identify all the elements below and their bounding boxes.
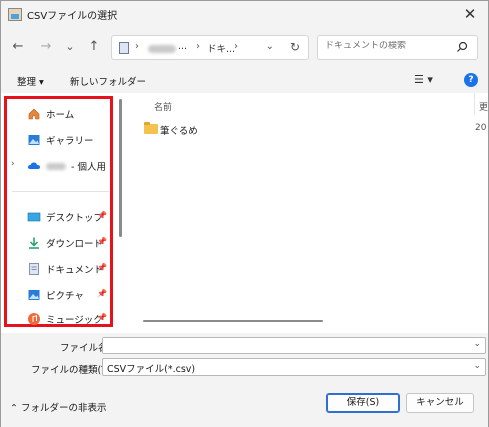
- sidebar-item-music[interactable]: ミュージック 📌: [7, 307, 110, 331]
- onedrive-icon: [28, 162, 40, 169]
- music-icon: [28, 313, 40, 325]
- forward-button[interactable]: →: [37, 38, 55, 56]
- pin-icon: 📌: [97, 313, 107, 322]
- sidebar-item-label: デスクトップ: [46, 213, 104, 224]
- refresh-button[interactable]: ↻: [290, 40, 300, 54]
- path-segment-redacted[interactable]: [148, 45, 176, 53]
- column-header-name[interactable]: 名前: [154, 100, 172, 113]
- pin-icon: 📌: [97, 289, 107, 298]
- path-separator: ›: [135, 41, 139, 52]
- file-name: 筆ぐるめ: [160, 126, 198, 137]
- column-header-modified[interactable]: 更: [479, 100, 488, 113]
- search-box[interactable]: [317, 35, 478, 60]
- file-dialog: CSVファイルの選択 ✕ ← → ⌄ ↑ › ... › ドキ... › ⌄ ↻…: [0, 0, 489, 427]
- sidebar-item-label: ダウンロード: [46, 239, 104, 250]
- view-options-button[interactable]: ☰ ▾: [414, 73, 433, 86]
- window-title: CSVファイルの選択: [27, 11, 118, 22]
- organize-button[interactable]: 整理 ▾: [17, 74, 44, 88]
- path-segment-documents[interactable]: ドキ...: [207, 41, 235, 55]
- search-input[interactable]: [325, 41, 445, 51]
- sidebar-item-pictures[interactable]: ピクチャ 📌: [7, 283, 110, 307]
- new-folder-button[interactable]: 新しいフォルダー: [70, 74, 146, 88]
- sidebar-scrollbar[interactable]: [119, 99, 122, 237]
- path-separator: ›: [234, 41, 238, 52]
- sidebar-item-desktop[interactable]: デスクトップ 📌: [7, 205, 110, 229]
- search-icon[interactable]: [456, 41, 468, 53]
- folder-icon: [144, 122, 158, 134]
- hide-folders-button[interactable]: ⌃ フォルダーの非表示: [10, 400, 106, 414]
- desktop-icon: [27, 212, 41, 222]
- filename-field[interactable]: [103, 338, 463, 353]
- pictures-icon: [28, 290, 40, 300]
- sidebar-item-home[interactable]: ホーム: [7, 102, 110, 126]
- cancel-button[interactable]: キャンセル: [406, 393, 474, 413]
- sidebar-item-label: ドキュメント: [46, 265, 104, 276]
- document-icon: [29, 263, 39, 275]
- save-button[interactable]: 保存(S): [326, 393, 400, 413]
- title-bar: CSVファイルの選択 ✕: [1, 1, 488, 30]
- sidebar-item-onedrive[interactable]: › - 個人用: [7, 154, 110, 178]
- command-bar: 整理 ▾ 新しいフォルダー ☰ ▾ ?: [1, 69, 488, 93]
- filetype-select[interactable]: CSVファイル(*.csv) ⌄: [102, 358, 486, 376]
- sidebar-item-label: ギャラリー: [46, 136, 94, 147]
- chevron-down-icon[interactable]: ⌄: [473, 339, 481, 349]
- pin-icon: 📌: [97, 237, 107, 246]
- up-button[interactable]: ↑: [85, 38, 103, 56]
- sidebar-item-gallery[interactable]: ギャラリー: [7, 128, 110, 152]
- sidebar-item-label: ミュージック: [46, 315, 103, 326]
- recent-locations-button[interactable]: ⌄: [61, 38, 79, 56]
- filetype-value: CSVファイル(*.csv): [107, 364, 196, 375]
- home-icon: [28, 108, 40, 120]
- address-bar[interactable]: › ... › ドキ... › ⌄ ↻: [111, 35, 309, 60]
- dialog-footer: ファイル名(N): ⌄ ファイルの種類(T): CSVファイル(*.csv) ⌄…: [1, 333, 488, 427]
- filename-combobox[interactable]: ⌄: [102, 337, 486, 354]
- back-button[interactable]: ←: [9, 38, 27, 56]
- list-item[interactable]: 筆ぐるめ 20: [142, 121, 486, 139]
- gallery-icon: [28, 135, 40, 145]
- pin-icon: 📌: [97, 263, 107, 272]
- path-separator: ›: [196, 41, 200, 52]
- sidebar-item-documents[interactable]: ドキュメント 📌: [7, 257, 110, 281]
- column-divider[interactable]: [474, 93, 475, 115]
- app-icon: [8, 8, 22, 21]
- close-button[interactable]: ✕: [460, 4, 480, 24]
- download-icon: [29, 237, 39, 249]
- pin-icon: 📌: [97, 211, 107, 220]
- file-list: 名前 更 筆ぐるめ 20: [126, 93, 488, 333]
- sidebar-item-downloads[interactable]: ダウンロード 📌: [7, 231, 110, 255]
- sidebar-item-label: ホーム: [46, 110, 75, 121]
- expand-chevron-icon[interactable]: ›: [11, 159, 15, 169]
- file-modified-date: 20: [475, 123, 487, 133]
- path-ellipsis[interactable]: ...: [178, 41, 187, 52]
- navigation-pane: ホーム ギャラリー › - 個人用 デスクトップ 📌 ダウンロード 📌 ドキュメ…: [4, 96, 113, 327]
- sidebar-item-label: - 個人用: [71, 162, 106, 173]
- account-name-redacted: [46, 163, 66, 170]
- chevron-down-icon[interactable]: ⌄: [473, 361, 481, 371]
- browser-pane: ホーム ギャラリー › - 個人用 デスクトップ 📌 ダウンロード 📌 ドキュメ…: [1, 93, 488, 333]
- document-location-icon: [119, 42, 129, 54]
- help-button[interactable]: ?: [464, 73, 478, 87]
- sidebar-divider: [12, 191, 109, 192]
- horizontal-scrollbar[interactable]: [143, 320, 323, 322]
- navigation-bar: ← → ⌄ ↑ › ... › ドキ... › ⌄ ↻: [1, 30, 488, 64]
- address-dropdown-button[interactable]: ⌄: [266, 41, 274, 52]
- sidebar-item-label: ピクチャ: [46, 291, 84, 302]
